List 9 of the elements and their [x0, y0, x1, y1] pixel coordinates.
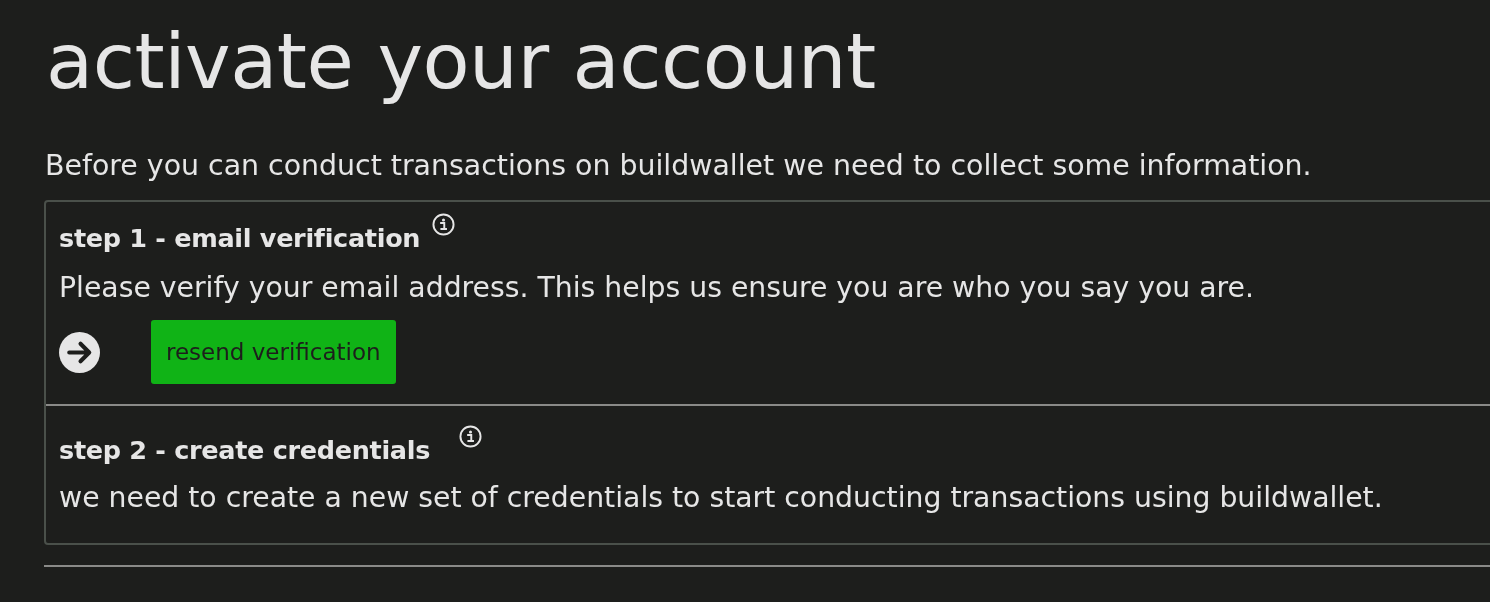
step-description: Please verify your email address. This helps us ensure you are who you say you are.	[59, 270, 1255, 306]
step-description: we need to create a new set of credentials to start conducting transactions using buildwallet.	[59, 480, 1384, 516]
resend-verification-button[interactable]: resend verification	[151, 320, 396, 384]
page-title: activate your account	[45, 16, 877, 108]
step-title: step 2 - create credentials	[59, 434, 431, 467]
info-icon[interactable]	[459, 425, 483, 448]
step-title: step 1 - email verification	[59, 222, 421, 255]
info-icon[interactable]	[432, 213, 456, 236]
intro-text: Before you can conduct transactions on buildwallet we need to collect some information.	[44, 148, 1313, 184]
